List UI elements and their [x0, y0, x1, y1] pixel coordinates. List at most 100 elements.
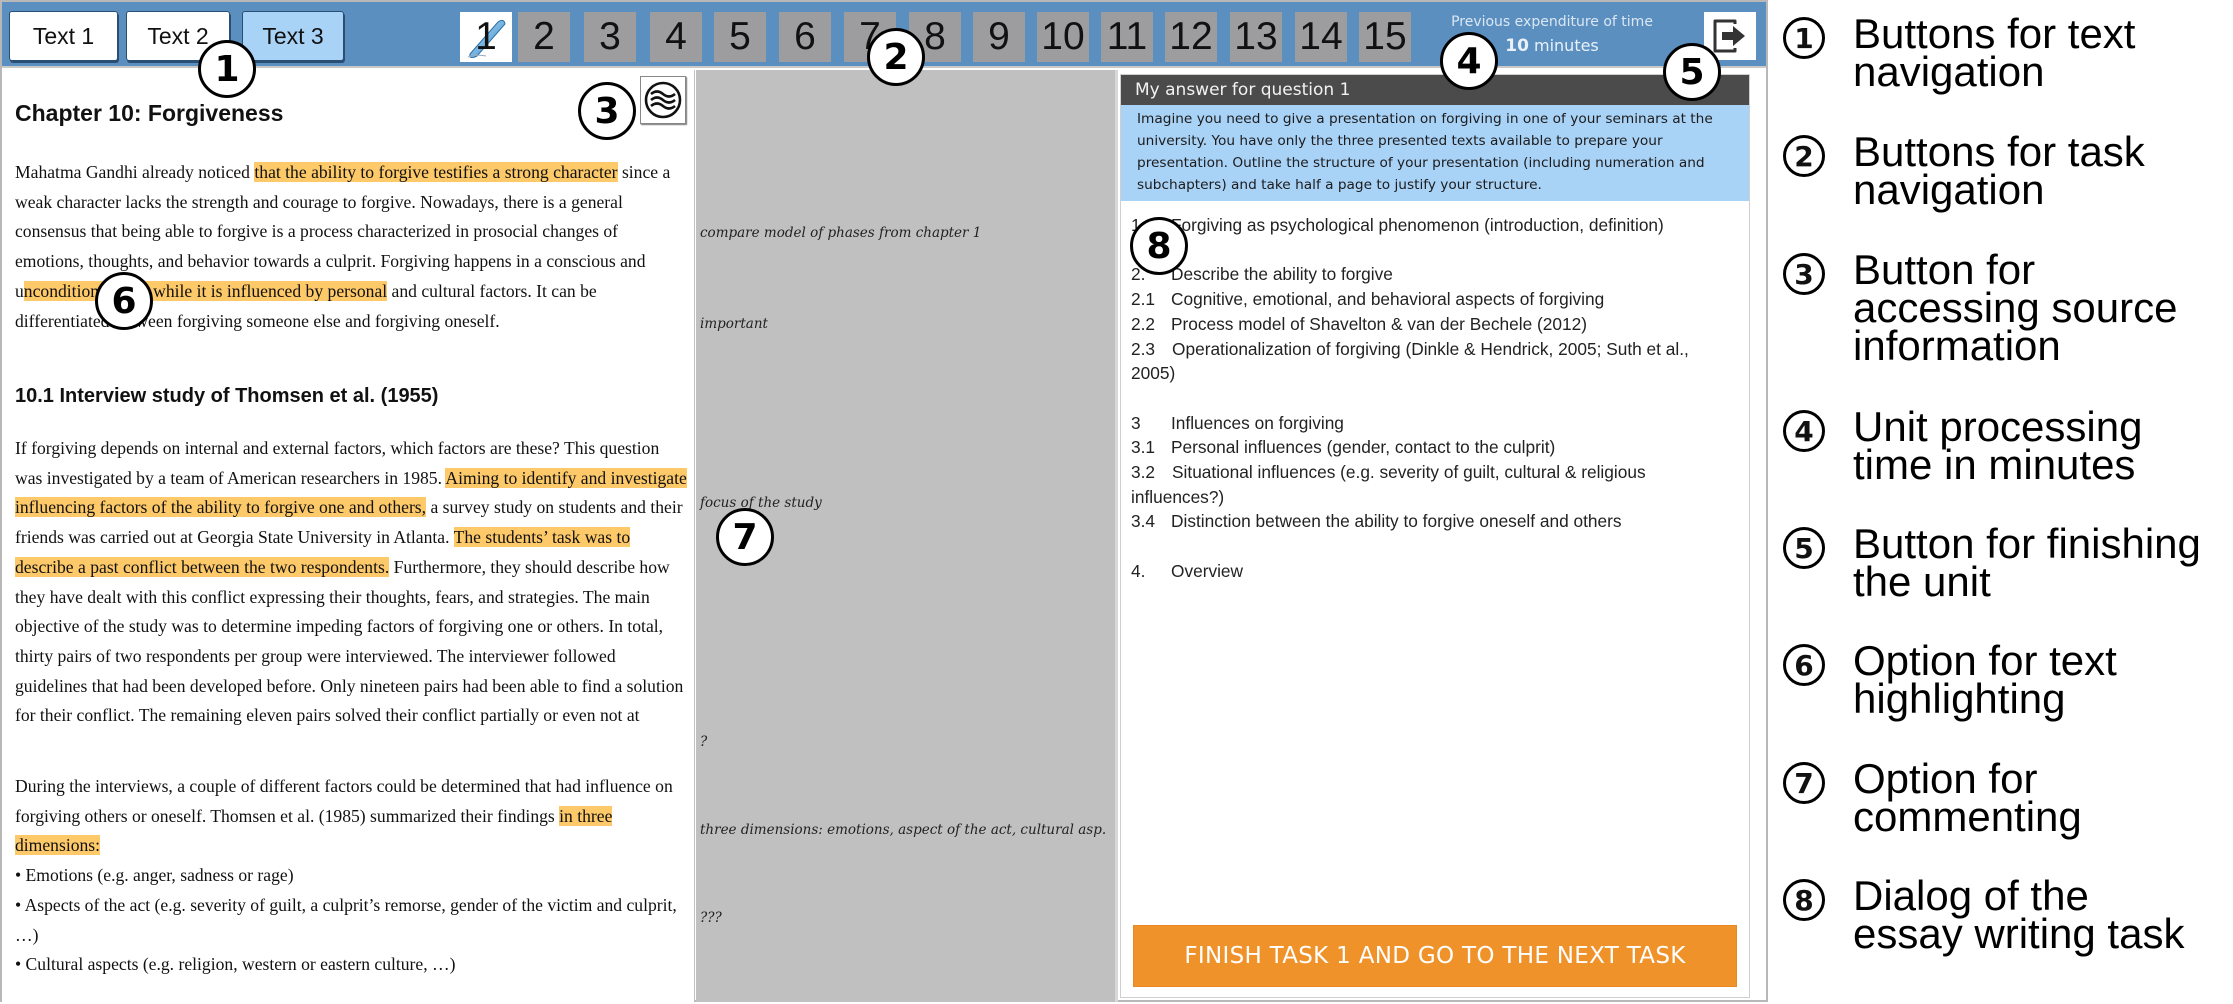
- callout-8: 8: [1130, 217, 1188, 275]
- text-highlight[interactable]: nconditional way, while it is influenced…: [23, 280, 388, 301]
- outline-number: 3.4: [1131, 511, 1156, 532]
- outline-text: Process model of Shavelton & van der Bec…: [1171, 313, 1587, 334]
- task-button-14[interactable]: 14: [1295, 12, 1347, 62]
- time-unit: minutes: [1534, 36, 1599, 55]
- outline-text: Overview: [1171, 560, 1244, 581]
- callout-4: 4: [1440, 32, 1498, 90]
- time-minutes: 10: [1505, 36, 1529, 56]
- outline-number: 3: [1131, 412, 1141, 433]
- task-button-3[interactable]: 3: [584, 12, 636, 62]
- waves-in-circle-icon: [644, 81, 682, 119]
- legend-text: Option for text highlighting: [1853, 637, 2117, 722]
- source-info-button[interactable]: [640, 76, 686, 124]
- outline-line: 3 Influences on forgiving: [1131, 411, 1736, 436]
- essay-dialog: My answer for question 1 Imagine you nee…: [1120, 74, 1750, 998]
- comment[interactable]: focus of the study: [700, 495, 822, 511]
- legend-text: Button for accessing source information: [1853, 246, 2178, 369]
- callout-1: 1: [198, 40, 256, 98]
- text-span: Furthermore, they should describe how th…: [15, 556, 684, 726]
- outline-text: Influences on forgiving: [1171, 412, 1344, 433]
- legend-number: 7: [1783, 762, 1825, 804]
- text-panel: Chapter 10: Forgiveness Mahatma Gandhi a…: [2, 70, 695, 1002]
- comment[interactable]: three dimensions: emotions, aspect of th…: [700, 822, 1106, 838]
- legend-number: 4: [1783, 410, 1825, 452]
- legend-text: Buttons for text navigation: [1853, 10, 2136, 95]
- outline-number: 2.2: [1131, 313, 1156, 334]
- comment[interactable]: compare model of phases from chapter 1: [700, 225, 981, 241]
- legend-number: 6: [1783, 644, 1825, 686]
- text-tab-1[interactable]: Text 1: [9, 11, 118, 61]
- essay-answer-textarea[interactable]: 1.Forgiving as psychological phenomenon …: [1131, 213, 1736, 584]
- outline-line: 4. Overview: [1131, 559, 1736, 584]
- comment[interactable]: ???: [700, 910, 722, 926]
- outline-text: Distinction between the ability to forgi…: [1171, 511, 1622, 532]
- task-button-4[interactable]: 4: [650, 12, 702, 62]
- outline-line: 3.1 Personal influences (gender, contact …: [1131, 435, 1736, 460]
- outline-text: Operationalization of forgiving (Dinkle …: [1131, 338, 1689, 384]
- exit-arrow-icon: [1713, 19, 1745, 53]
- legend-text: Unit processing time in minutes: [1853, 403, 2143, 488]
- task-button-15[interactable]: 15: [1359, 12, 1411, 62]
- outline-line: 2.2 Process model of Shavelton & van der …: [1131, 312, 1736, 337]
- essay-prompt: Imagine you need to give a presentation …: [1121, 105, 1749, 201]
- outline-text: Forgiving as psychological phenomenon (i…: [1171, 215, 1664, 235]
- callout-5: 5: [1663, 43, 1721, 101]
- outline-number: 2.3: [1131, 338, 1156, 359]
- text-span: Mahatma Gandhi already noticed: [15, 162, 255, 182]
- callout-7: 7: [716, 508, 774, 566]
- time-label: Previous expenditure of time: [1451, 14, 1653, 30]
- task-button-10[interactable]: 10: [1037, 12, 1089, 62]
- text-highlight[interactable]: that the ability to forgive testifies a …: [254, 162, 618, 182]
- legend-number: 8: [1783, 879, 1825, 921]
- bullet-item: • Emotions (e.g. anger, sadness or rage): [15, 865, 294, 886]
- callout-2: 2: [867, 28, 925, 86]
- outline-line: 3.4 Distinction between the ability to fo…: [1131, 509, 1736, 534]
- outline-number: 3.2: [1131, 462, 1156, 482]
- finish-task-button[interactable]: FINISH TASK 1 AND GO TO THE NEXT TASK: [1133, 925, 1737, 987]
- task-button-13[interactable]: 13: [1230, 12, 1282, 62]
- legend-text: Button for finishing the unit: [1853, 520, 2201, 605]
- legend-text: Buttons for task navigation: [1853, 128, 2145, 213]
- chapter-title: Chapter 10: Forgiveness: [15, 100, 284, 126]
- bullet-item: • Cultural aspects (e.g. religion, weste…: [15, 954, 456, 975]
- legend-number: 1: [1783, 17, 1825, 59]
- outline-number: 2.1: [1131, 289, 1156, 310]
- task-button-9[interactable]: 9: [973, 12, 1025, 62]
- outline-number: 4.: [1131, 560, 1146, 581]
- outline-line: 2. Describe the ability to forgive: [1131, 262, 1736, 287]
- text-tab-3[interactable]: Text 3: [242, 11, 344, 61]
- task-button-11[interactable]: 11: [1101, 12, 1153, 62]
- paragraph-2[interactable]: If forgiving depends on internal and ext…: [15, 434, 687, 824]
- outline-text: Cognitive, emotional, and behavioral asp…: [1171, 289, 1605, 310]
- essay-header: My answer for question 1: [1121, 75, 1749, 105]
- legend-number: 5: [1783, 527, 1825, 569]
- bullet-item: • Aspects of the act (e.g. severity of g…: [15, 894, 677, 945]
- task-button-12[interactable]: 12: [1165, 12, 1217, 62]
- callout-3: 3: [578, 82, 636, 140]
- learning-app-window: Text 1 Text 2 Text 3 1 2 3 4 5 6 7 8 9 10 11 12 13 14…: [0, 0, 1768, 1002]
- outline-text: Situational influences (e.g. severity of…: [1131, 462, 1646, 507]
- outline-line: 1.Forgiving as psychological phenomenon …: [1131, 213, 1736, 238]
- paragraph-3[interactable]: During the interviews, a couple of diffe…: [15, 772, 687, 980]
- outline-text: Personal influences (gender, contact to …: [1171, 437, 1556, 458]
- comment[interactable]: ?: [700, 734, 707, 750]
- outline-text: Describe the ability to forgive: [1171, 264, 1393, 285]
- subchapter-title: 10.1 Interview study of Thomsen et al. (…: [15, 385, 439, 407]
- outline-line: 3.2 Situational influences (e.g. severity…: [1131, 460, 1736, 509]
- outline-line: 2.3 Operationalization of forgiving (Dink…: [1131, 337, 1736, 386]
- task-button-2[interactable]: 2: [518, 12, 570, 62]
- comment[interactable]: important: [700, 316, 768, 332]
- outline-line: 2.1 Cognitive, emotional, and behavioral …: [1131, 287, 1736, 312]
- task-button-6[interactable]: 6: [779, 12, 831, 62]
- legend-text: Option for commenting: [1853, 755, 2082, 840]
- legend-number: 3: [1783, 253, 1825, 295]
- legend-number: 2: [1783, 135, 1825, 177]
- task-button-5[interactable]: 5: [714, 12, 766, 62]
- callout-6: 6: [95, 272, 153, 330]
- outline-number: 3.1: [1131, 437, 1156, 458]
- task-button-1[interactable]: 1: [460, 12, 512, 62]
- legend-text: Dialog of the essay writing task: [1853, 872, 2185, 957]
